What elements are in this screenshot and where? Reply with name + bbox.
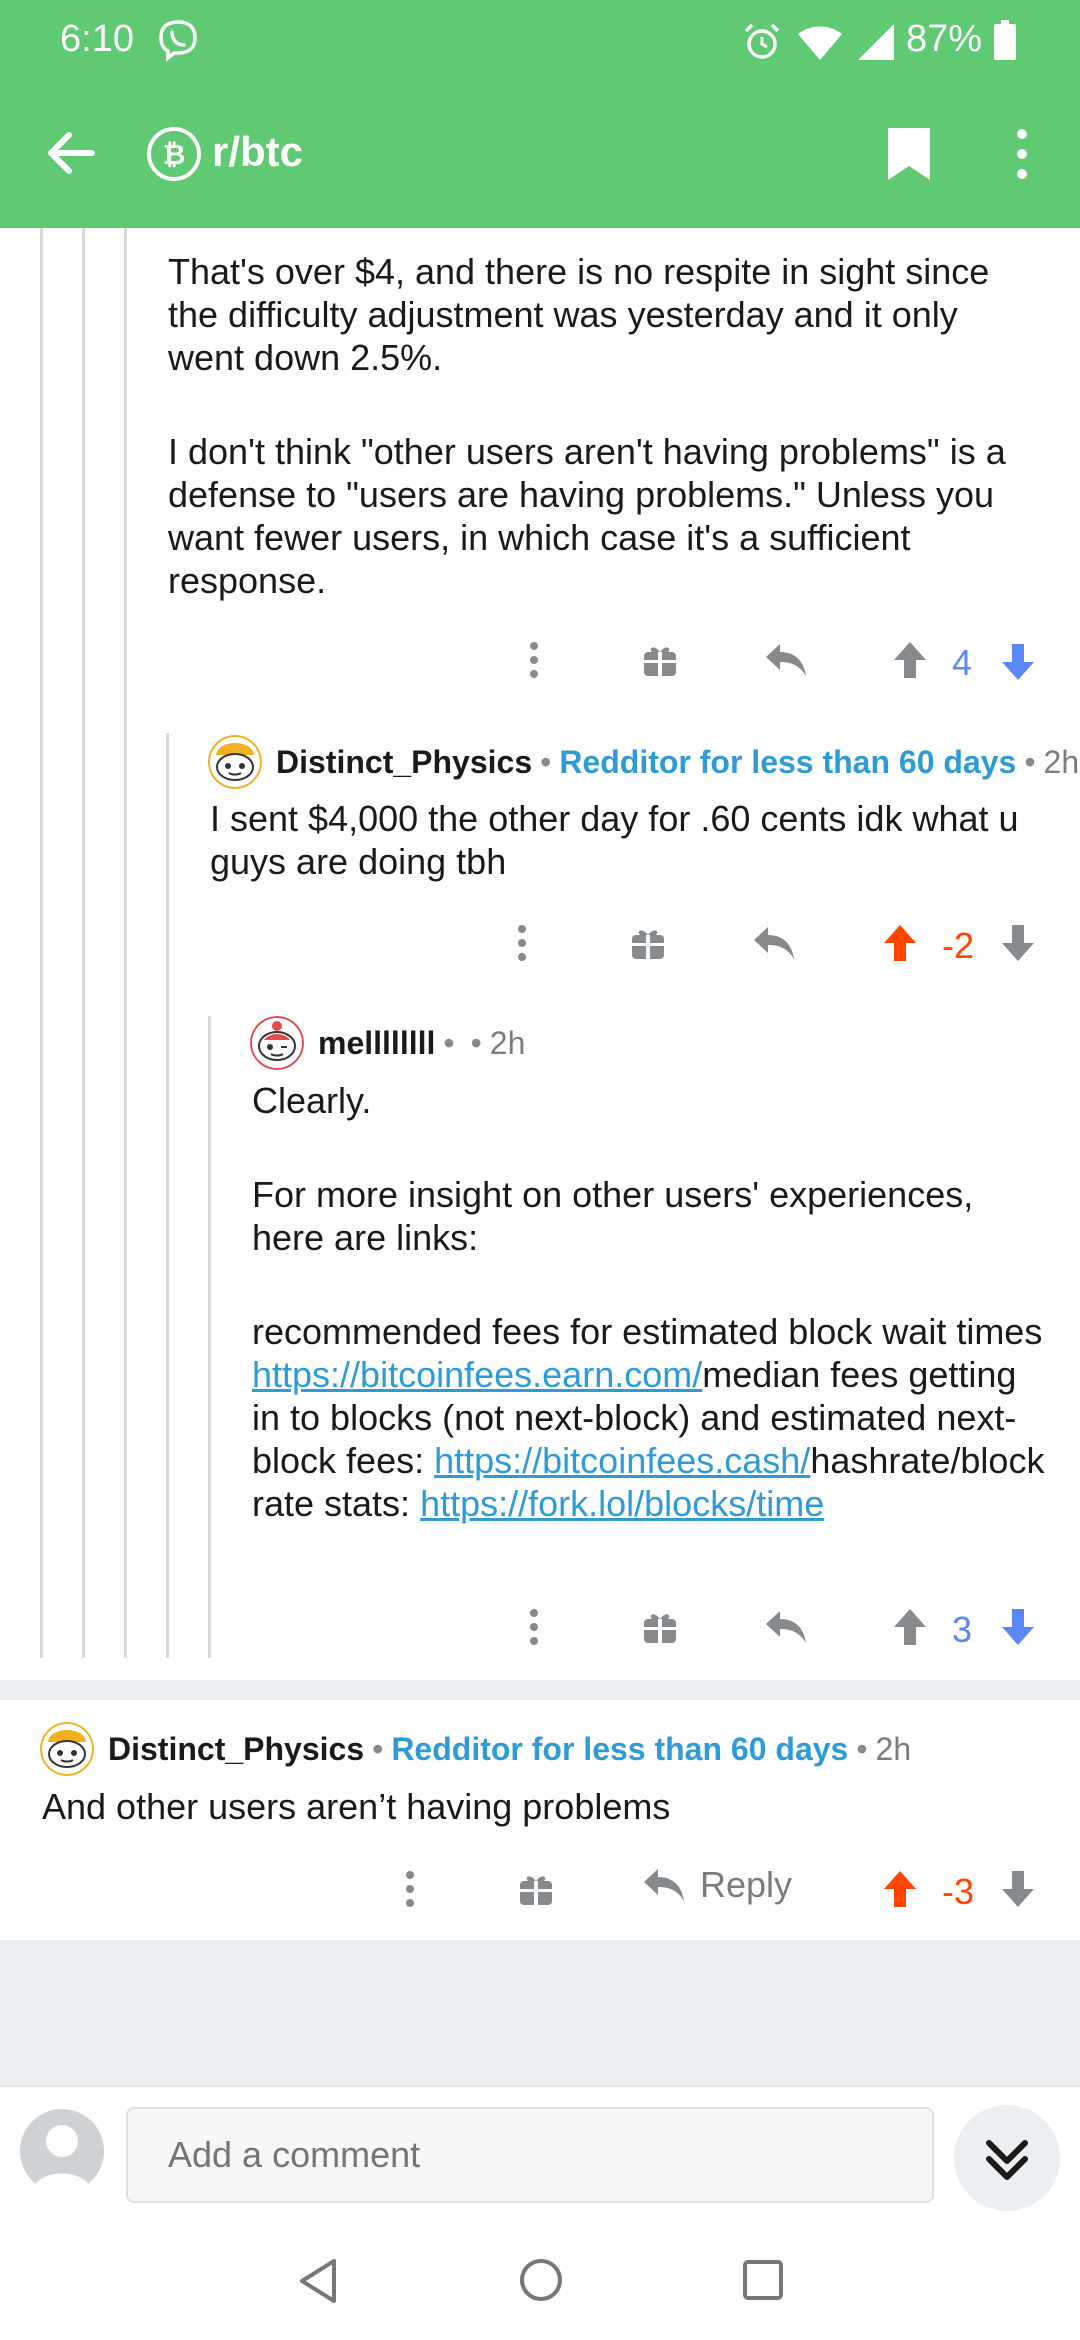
comment-header: mellllllll • • 2h [250,1016,525,1070]
upvote-icon[interactable] [892,640,928,680]
snoo-avatar[interactable] [208,735,262,789]
author-name[interactable]: Distinct_Physics [276,744,532,781]
separator-dot: • [372,1730,384,1767]
comment-composer [0,2085,1080,2215]
nav-back-icon[interactable] [296,2257,340,2305]
thread-depth-line [40,228,43,1658]
alarm-icon [744,23,780,59]
gift-award-icon[interactable] [642,642,678,678]
downvote-icon[interactable] [1000,1869,1036,1909]
comment-paragraph: Clearly. [252,1080,372,1121]
upvote-icon[interactable] [892,1607,928,1647]
add-comment-input[interactable] [126,2107,934,2203]
comment-body: I sent $4,000 the other day for .60 cent… [210,797,1060,883]
gift-award-icon[interactable] [642,1609,678,1645]
author-name[interactable]: Distinct_Physics [108,1731,364,1768]
empty-area [0,1940,1080,2085]
downvote-icon[interactable] [1000,923,1036,963]
comment-score: -2 [942,925,975,966]
downvote-icon[interactable] [1000,642,1036,682]
upvote-icon[interactable] [882,923,918,963]
jump-to-next-button[interactable] [954,2105,1060,2211]
thread-depth-line [124,228,127,1658]
signal-icon [858,24,894,60]
svg-text:₿: ₿ [163,138,186,171]
user-flair: Redditor for less than 60 days [559,743,1017,780]
comment-paragraph: recommended fees for estimated block wai… [252,1310,1052,1525]
reply-icon[interactable] [764,642,808,678]
comment-header: Distinct_Physics • Redditor for less tha… [40,1722,911,1776]
link-fork-lol[interactable]: https://fork.lol/blocks/time [420,1483,824,1524]
bookmark-icon[interactable] [884,126,934,182]
link-bitcoinfees-cash[interactable]: https://bitcoinfees.cash/ [434,1440,810,1481]
comment-body: Clearly. For more insight on other users… [252,1079,1052,1525]
link-bitcoinfees-earn[interactable]: https://bitcoinfees.earn.com/ [252,1354,702,1395]
back-arrow-icon[interactable] [42,124,100,182]
separator-dot: • [443,1024,455,1061]
top-bar: 6:10 87% ₿ r/btc [0,0,1080,228]
comment-body: And other users aren’t having problems [42,1785,1042,1828]
reply-icon [644,1869,684,1901]
battery-percentage: 87% [906,18,983,60]
reply-icon[interactable] [752,925,796,961]
comment-score: 4 [952,642,973,683]
downvote-icon[interactable] [1000,1607,1036,1647]
more-actions-icon[interactable] [400,1869,420,1909]
double-chevron-down-icon [986,2140,1028,2180]
comment-age: 2h [875,1730,912,1767]
nav-home-icon[interactable] [518,2257,564,2303]
comment-age: 2h [489,1024,526,1061]
bitcoin-subreddit-icon[interactable]: ₿ [146,126,202,182]
more-actions-icon[interactable] [524,640,544,680]
status-bar: 6:10 87% [0,0,1080,80]
more-actions-icon[interactable] [512,923,532,963]
author-name[interactable]: mellllllll [318,1025,435,1062]
comment-paragraph: For more insight on other users' experie… [252,1174,974,1258]
default-avatar-icon [32,2125,92,2193]
text-span: recommended fees for estimated block wai… [252,1311,1043,1352]
subreddit-title[interactable]: r/btc [212,128,303,176]
viber-icon [159,20,197,62]
separator-dot: • [856,1730,868,1767]
comment-paragraph: I don't think "other users aren't having… [168,431,1006,601]
user-flair: Redditor for less than 60 days [391,1730,849,1767]
reply-button[interactable]: Reply [642,1864,792,1906]
separator-dot: • [1024,743,1036,780]
reply-icon[interactable] [764,1609,808,1645]
more-options-icon[interactable] [1004,124,1040,184]
comment-body: That's over $4, and there is no respite … [168,250,1028,602]
nav-recents-icon[interactable] [742,2259,784,2301]
snoo-avatar[interactable] [250,1016,304,1070]
thread-separator [0,1680,1080,1700]
snoo-avatar[interactable] [40,1722,94,1776]
comment-header: Distinct_Physics • Redditor for less tha… [208,735,1079,789]
system-nav-bar [0,2215,1080,2340]
comment-paragraph: I sent $4,000 the other day for .60 cent… [210,798,1019,882]
thread-depth-line [208,1016,211,1658]
battery-icon [994,20,1016,60]
comment-paragraph: That's over $4, and there is no respite … [168,251,990,378]
separator-dot: • [540,743,552,780]
status-time: 6:10 [60,18,134,60]
comment-score: 3 [952,1609,973,1650]
reply-label: Reply [700,1864,793,1905]
comment-paragraph: And other users aren’t having problems [42,1786,671,1827]
wifi-icon [798,26,842,60]
user-avatar[interactable] [20,2109,104,2193]
gift-award-icon[interactable] [630,925,666,961]
thread-depth-line [166,733,169,1658]
thread-depth-line [82,228,85,1658]
comment-score: -3 [942,1871,975,1912]
more-actions-icon[interactable] [524,1607,544,1647]
app-bar: ₿ r/btc [0,80,1080,228]
separator-dot: • [470,1024,482,1061]
upvote-icon[interactable] [882,1869,918,1909]
gift-award-icon[interactable] [518,1871,554,1907]
comment-age: 2h [1043,743,1080,780]
